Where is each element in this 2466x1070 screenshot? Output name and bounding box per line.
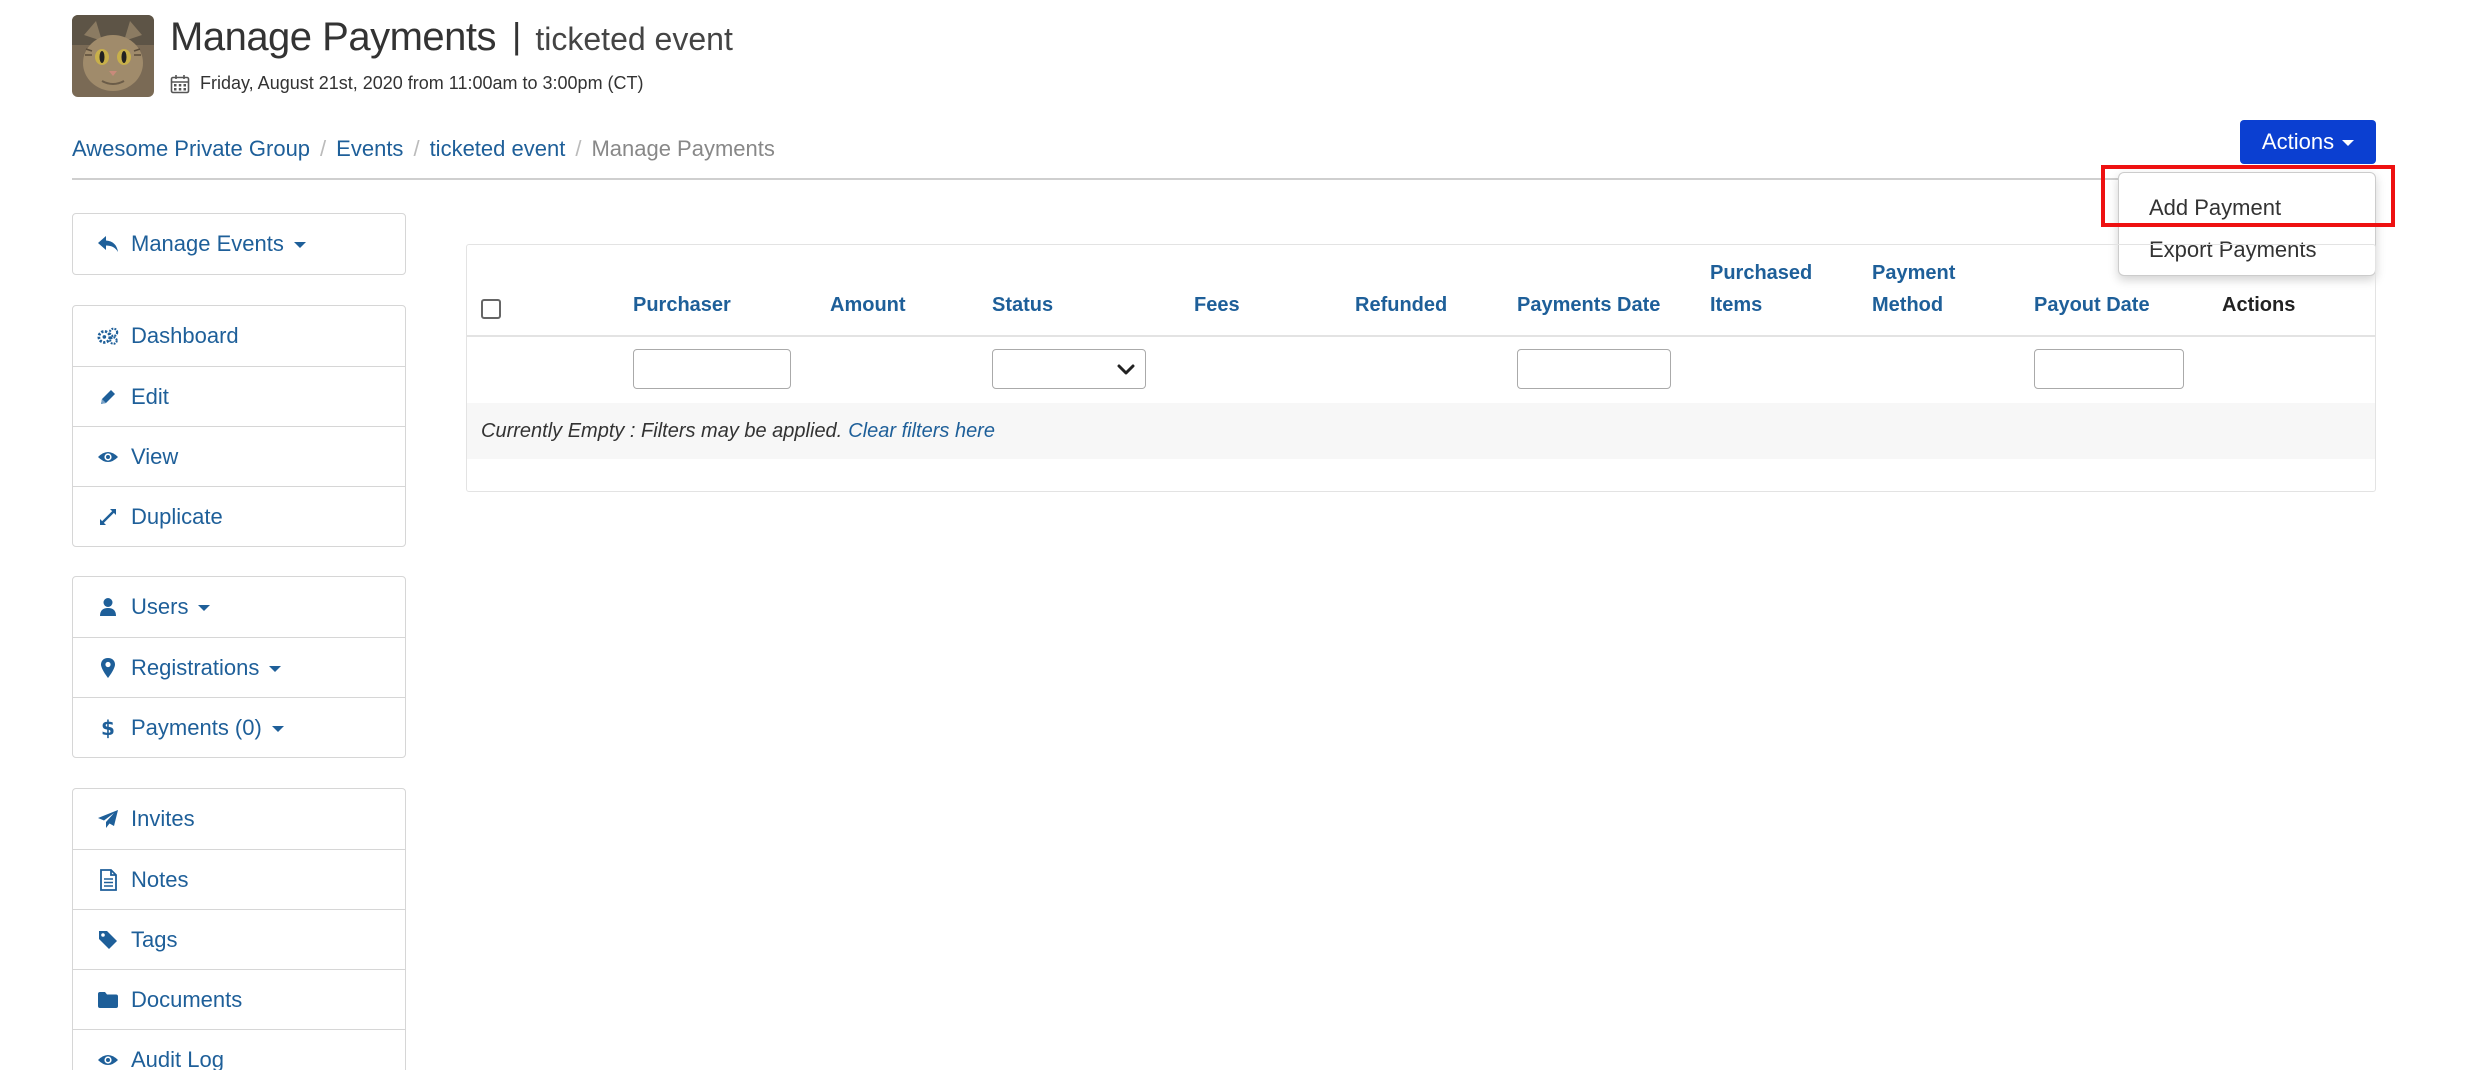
sidebar-item-label: View [131,443,179,469]
breadcrumb-separator: / [320,136,327,161]
sidebar-item-dashboard[interactable]: Dashboard [73,306,405,366]
caret-down-icon [269,665,282,672]
event-date: Friday, August 21st, 2020 from 11:00am t… [200,73,644,93]
dollar-icon: $ [97,717,119,739]
sidebar-people-panel: Users Registrations $ Payments (0) [72,576,406,758]
eye-icon [97,1049,119,1070]
highlight-box [2101,165,2395,227]
column-header-refunded[interactable]: Refunded [1355,289,1447,321]
column-header-amount[interactable]: Amount [830,289,906,321]
breadcrumb-event[interactable]: ticketed event [430,136,566,162]
column-header-actions: Actions [2222,294,2296,316]
sidebar-item-invites[interactable]: Invites [73,789,405,849]
sidebar-item-label: Notes [131,866,189,892]
empty-state-row: Currently Empty : Filters may be applied… [467,403,2375,459]
column-header-payments-date[interactable]: Payments Date [1517,289,1660,321]
select-all-checkbox[interactable] [481,299,501,319]
map-marker-icon [97,657,119,679]
user-icon [97,596,119,618]
column-header-fees[interactable]: Fees [1194,289,1240,321]
title-separator: | [512,15,522,56]
sidebar-item-view[interactable]: View [73,426,405,486]
sidebar-item-duplicate[interactable]: Duplicate [73,486,405,546]
gears-icon [97,325,119,347]
sidebar-item-label: Manage Events [131,231,284,256]
sidebar-item-label: Audit Log [131,1046,224,1070]
sidebar-item-label: Payments (0) [131,714,262,740]
sidebar-item-registrations[interactable]: Registrations [73,637,405,697]
sidebar-item-label: Duplicate [131,503,223,529]
paper-plane-icon [97,808,119,830]
breadcrumb: Awesome Private Group / Events / tickete… [72,136,775,162]
reply-icon [97,233,119,255]
event-name: ticketed event [535,21,733,57]
sidebar-manage-events-panel: Manage Events [72,213,406,275]
sidebar-item-label: Dashboard [131,323,239,348]
empty-state-text: Currently Empty : Filters may be applied… [481,419,843,442]
sidebar-item-label: Registrations [131,654,260,680]
eye-icon [97,446,119,468]
sidebar-item-label: Edit [131,383,169,409]
sidebar-event-panel: Dashboard Edit View Duplicate [72,305,406,547]
caret-down-icon [293,242,306,248]
page-title: Manage Payments [170,15,497,59]
sidebar-item-audit-log[interactable]: Audit Log [73,1029,405,1070]
column-header-purchased-items-line2[interactable]: Items [1710,289,1762,321]
sidebar-item-notes[interactable]: Notes [73,849,405,909]
sidebar-item-label: Documents [131,986,243,1012]
purchaser-filter-input[interactable] [633,349,791,389]
payments-date-filter-input[interactable] [1517,349,1671,389]
calendar-icon [170,74,190,94]
column-header-status[interactable]: Status [992,289,1053,321]
tag-icon [97,929,119,951]
sidebar-item-edit[interactable]: Edit [73,366,405,426]
breadcrumb-events[interactable]: Events [336,136,403,162]
sidebar-item-label: Invites [131,806,195,831]
chevron-down-icon [1117,360,1135,383]
svg-text:$: $ [101,717,115,739]
sidebar-item-documents[interactable]: Documents [73,969,405,1029]
pencil-icon [97,386,119,408]
column-header-payout-date[interactable]: Payout Date [2034,289,2150,321]
breadcrumb-separator: / [575,136,582,161]
folder-icon [97,989,119,1011]
event-avatar [72,15,154,97]
status-filter-select[interactable] [992,349,1146,389]
sidebar-item-tags[interactable]: Tags [73,909,405,969]
breadcrumb-separator: / [413,136,420,161]
payout-date-filter-input[interactable] [2034,349,2184,389]
table-header-divider [467,335,2375,337]
sidebar-tools-panel: Invites Notes Tags Documents Audit Log [72,788,406,1070]
actions-button[interactable]: Actions [2240,120,2376,164]
caret-down-icon [198,605,211,611]
sidebar-item-manage-events[interactable]: Manage Events [73,214,405,274]
column-header-purchaser[interactable]: Purchaser [633,289,731,321]
sidebar-item-users[interactable]: Users [73,577,405,637]
caret-down-icon [271,725,284,732]
sidebar-item-payments[interactable]: $ Payments (0) [73,697,405,757]
sidebar-item-label: Tags [131,926,178,952]
actions-button-label: Actions [2261,129,2335,154]
header-divider [72,178,2376,180]
payments-table: Purchaser Amount Status Fees Refunded Pa… [466,244,2376,492]
expand-icon [97,506,119,528]
column-header-payment-method-line2[interactable]: Method [1872,289,1943,321]
document-icon [97,868,119,891]
column-header-payment-method-line1[interactable]: Payment [1872,257,1955,289]
breadcrumb-group[interactable]: Awesome Private Group [72,136,310,162]
breadcrumb-current: Manage Payments [591,136,775,161]
page-header: Manage Payments | ticketed event Friday,… [72,15,733,97]
caret-down-icon [2342,140,2355,146]
column-header-purchased-items-line1[interactable]: Purchased [1710,257,1812,289]
clear-filters-link[interactable]: Clear filters here [848,420,995,443]
sidebar-item-label: Users [131,594,189,619]
